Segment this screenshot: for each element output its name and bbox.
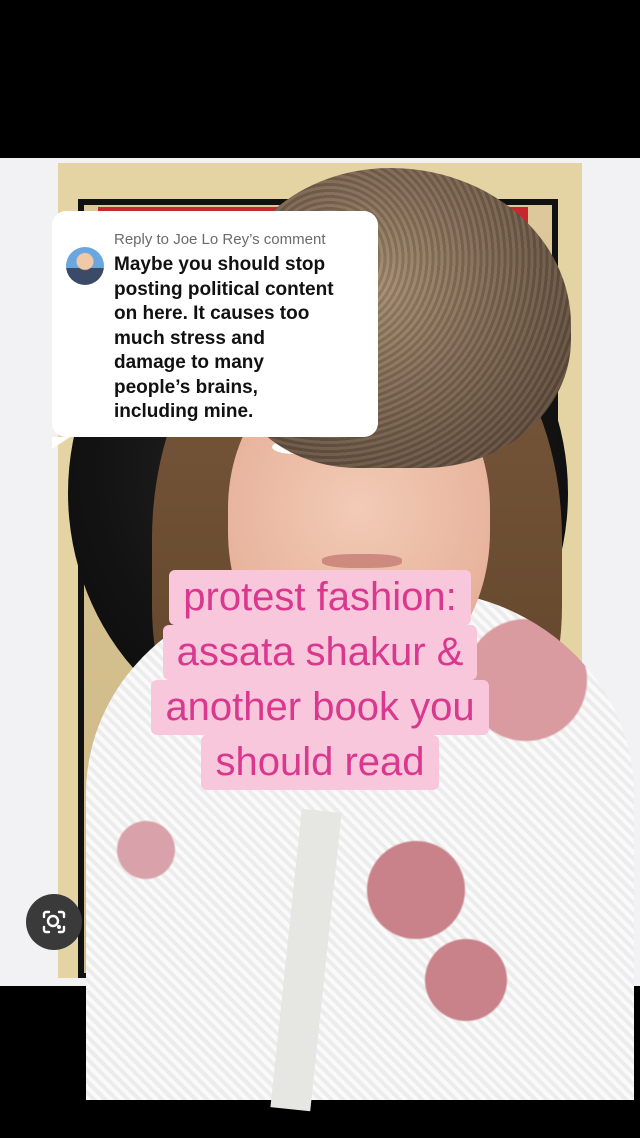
lips <box>322 554 402 568</box>
reply-line: people’s brains, <box>114 376 258 398</box>
top-black-bar <box>0 0 640 158</box>
lens-search-icon <box>42 910 66 934</box>
reply-line: damage to many <box>114 352 264 373</box>
reply-line: including mine. <box>114 401 254 422</box>
caption-line-text: should read <box>201 735 439 790</box>
caption-line-text: another book you <box>151 680 489 735</box>
caption-line: protest fashion: <box>0 570 640 625</box>
reply-line: on here. It causes too <box>114 303 310 324</box>
reply-line: much stress and <box>114 327 265 349</box>
caption-line: should read <box>0 735 640 790</box>
reply-comment-bubble[interactable]: Reply to Joe Lo Rey’s comment Maybe you … <box>52 211 378 449</box>
caption-line: assata shakur & <box>0 625 640 680</box>
caption-line: another book you <box>0 680 640 735</box>
caption-line-text: assata shakur & <box>162 625 478 680</box>
caption-line-text: protest fashion: <box>169 570 471 625</box>
reply-line: posting political content <box>114 278 334 300</box>
commenter-avatar[interactable] <box>66 247 104 285</box>
lens-search-button[interactable] <box>26 894 82 950</box>
reply-text: Maybe you should stop posting political … <box>114 253 364 425</box>
reply-line: Maybe you should stop <box>114 254 326 275</box>
reply-header: Reply to Joe Lo Rey’s comment <box>114 231 326 248</box>
video-caption: protest fashion: assata shakur & another… <box>0 570 640 790</box>
